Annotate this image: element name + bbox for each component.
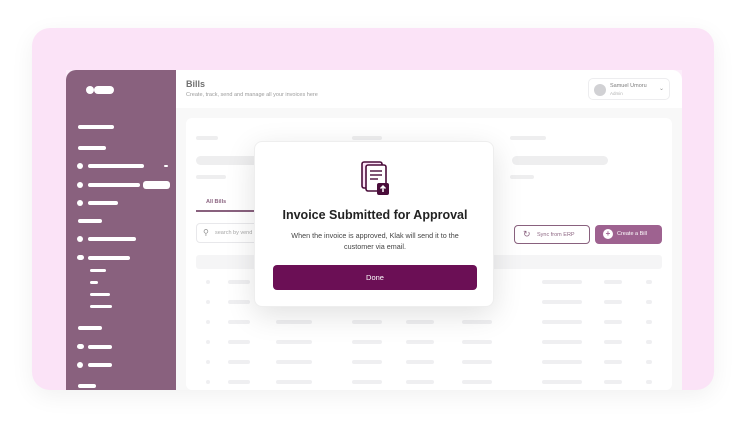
modal-title: Invoice Submitted for Approval — [282, 208, 468, 222]
screenshot-stage: Bills Create, track, send and manage all… — [0, 0, 748, 428]
success-modal: Invoice Submitted for Approval When the … — [254, 141, 494, 307]
document-upload-icon — [361, 161, 389, 195]
modal-message: When the invoice is approved, Klak will … — [291, 231, 459, 251]
done-button[interactable]: Done — [273, 265, 477, 290]
